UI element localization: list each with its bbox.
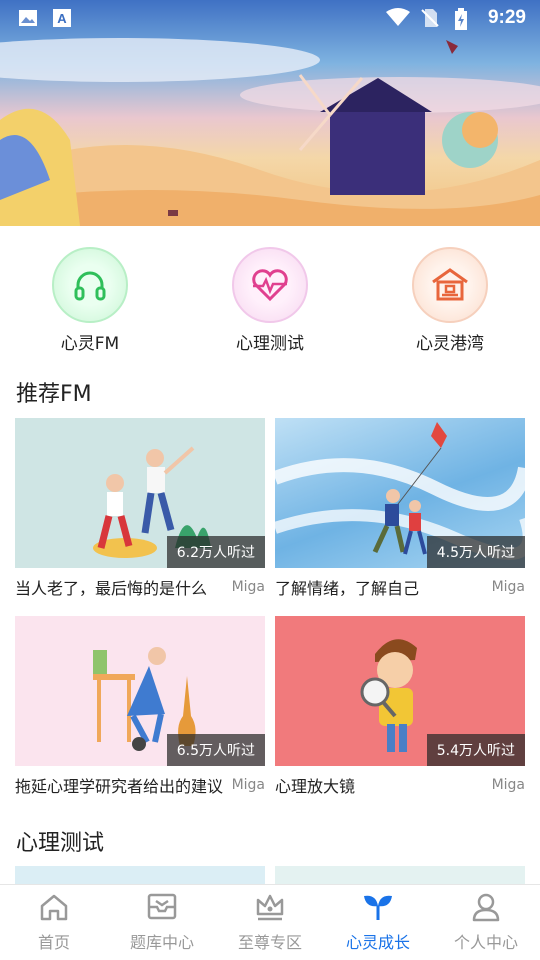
headphones-icon bbox=[52, 247, 128, 323]
fm-title: 心理放大镜 bbox=[275, 777, 356, 796]
fm-card[interactable]: 6.2万人听过 当人老了，最后悔的是什么 Miga bbox=[15, 418, 265, 598]
battery-icon bbox=[454, 8, 474, 30]
listen-count-badge: 4.5万人听过 bbox=[426, 536, 525, 568]
quick-entry-harbor[interactable]: 心灵港湾 bbox=[380, 247, 520, 357]
tab-growth[interactable]: 心灵成长 bbox=[324, 885, 432, 960]
tab-label: 题库中心 bbox=[129, 933, 194, 952]
tab-label: 心灵成长 bbox=[345, 933, 410, 952]
no-sim-icon bbox=[420, 8, 440, 28]
fm-title: 了解情绪，了解自己 bbox=[275, 579, 420, 598]
fm-thumbnail: 6.5万人听过 bbox=[15, 616, 265, 766]
bottom-tab-bar: 首页 题库中心 至尊专区 心灵成长 个人中心 bbox=[0, 884, 540, 960]
listen-count-badge: 6.2万人听过 bbox=[166, 536, 265, 568]
person-icon bbox=[470, 892, 502, 926]
fm-title: 当人老了，最后悔的是什么 bbox=[15, 579, 208, 598]
house-icon bbox=[412, 247, 488, 323]
fm-author: Miga bbox=[231, 777, 265, 793]
fm-author: Miga bbox=[491, 579, 525, 595]
section-title-recommend: 推荐FM bbox=[16, 382, 92, 407]
fm-thumbnail: 6.2万人听过 bbox=[15, 418, 265, 568]
fm-card[interactable]: 6.5万人听过 拖延心理学研究者给出的建议 Miga bbox=[15, 616, 265, 796]
listen-count-badge: 5.4万人听过 bbox=[426, 734, 525, 766]
fm-thumbnail: 5.4万人听过 bbox=[275, 616, 525, 766]
section-title-tests: 心理测试 bbox=[16, 831, 105, 856]
fm-thumbnail: 4.5万人听过 bbox=[275, 418, 525, 568]
quick-entry-label: 心灵FM bbox=[60, 334, 120, 354]
fm-author: Miga bbox=[231, 579, 265, 595]
heart-pulse-icon bbox=[232, 247, 308, 323]
tab-profile[interactable]: 个人中心 bbox=[432, 885, 540, 960]
tab-label: 个人中心 bbox=[453, 933, 518, 952]
a-icon: A bbox=[52, 8, 72, 28]
crown-icon bbox=[254, 892, 286, 926]
inbox-icon bbox=[146, 892, 178, 926]
fm-author: Miga bbox=[491, 777, 525, 793]
wifi-icon bbox=[385, 8, 410, 28]
tab-label: 首页 bbox=[37, 933, 70, 952]
tab-question-bank[interactable]: 题库中心 bbox=[108, 885, 216, 960]
test-card-peek[interactable] bbox=[15, 866, 265, 886]
svg-text:A: A bbox=[57, 11, 67, 26]
listen-count-badge: 6.5万人听过 bbox=[166, 734, 265, 766]
status-bar: A 9:29 bbox=[0, 0, 540, 36]
sprout-icon bbox=[362, 892, 394, 926]
home-icon bbox=[38, 892, 70, 926]
clock: 9:29 bbox=[487, 7, 526, 28]
fm-title: 拖延心理学研究者给出的建议 bbox=[15, 777, 224, 796]
fm-card[interactable]: 4.5万人听过 了解情绪，了解自己 Miga bbox=[275, 418, 525, 598]
test-card-peek[interactable] bbox=[275, 866, 525, 886]
quick-entries: 心灵FM 心理测试 心灵港湾 bbox=[0, 247, 540, 357]
quick-entry-label: 心灵港湾 bbox=[416, 334, 484, 354]
image-icon bbox=[18, 8, 38, 28]
quick-entry-label: 心理测试 bbox=[236, 334, 304, 354]
tab-label: 至尊专区 bbox=[237, 933, 302, 952]
fm-card[interactable]: 5.4万人听过 心理放大镜 Miga bbox=[275, 616, 525, 796]
quick-entry-test[interactable]: 心理测试 bbox=[200, 247, 340, 357]
tab-home[interactable]: 首页 bbox=[0, 885, 108, 960]
quick-entry-fm[interactable]: 心灵FM bbox=[20, 247, 160, 357]
tab-premium[interactable]: 至尊专区 bbox=[216, 885, 324, 960]
